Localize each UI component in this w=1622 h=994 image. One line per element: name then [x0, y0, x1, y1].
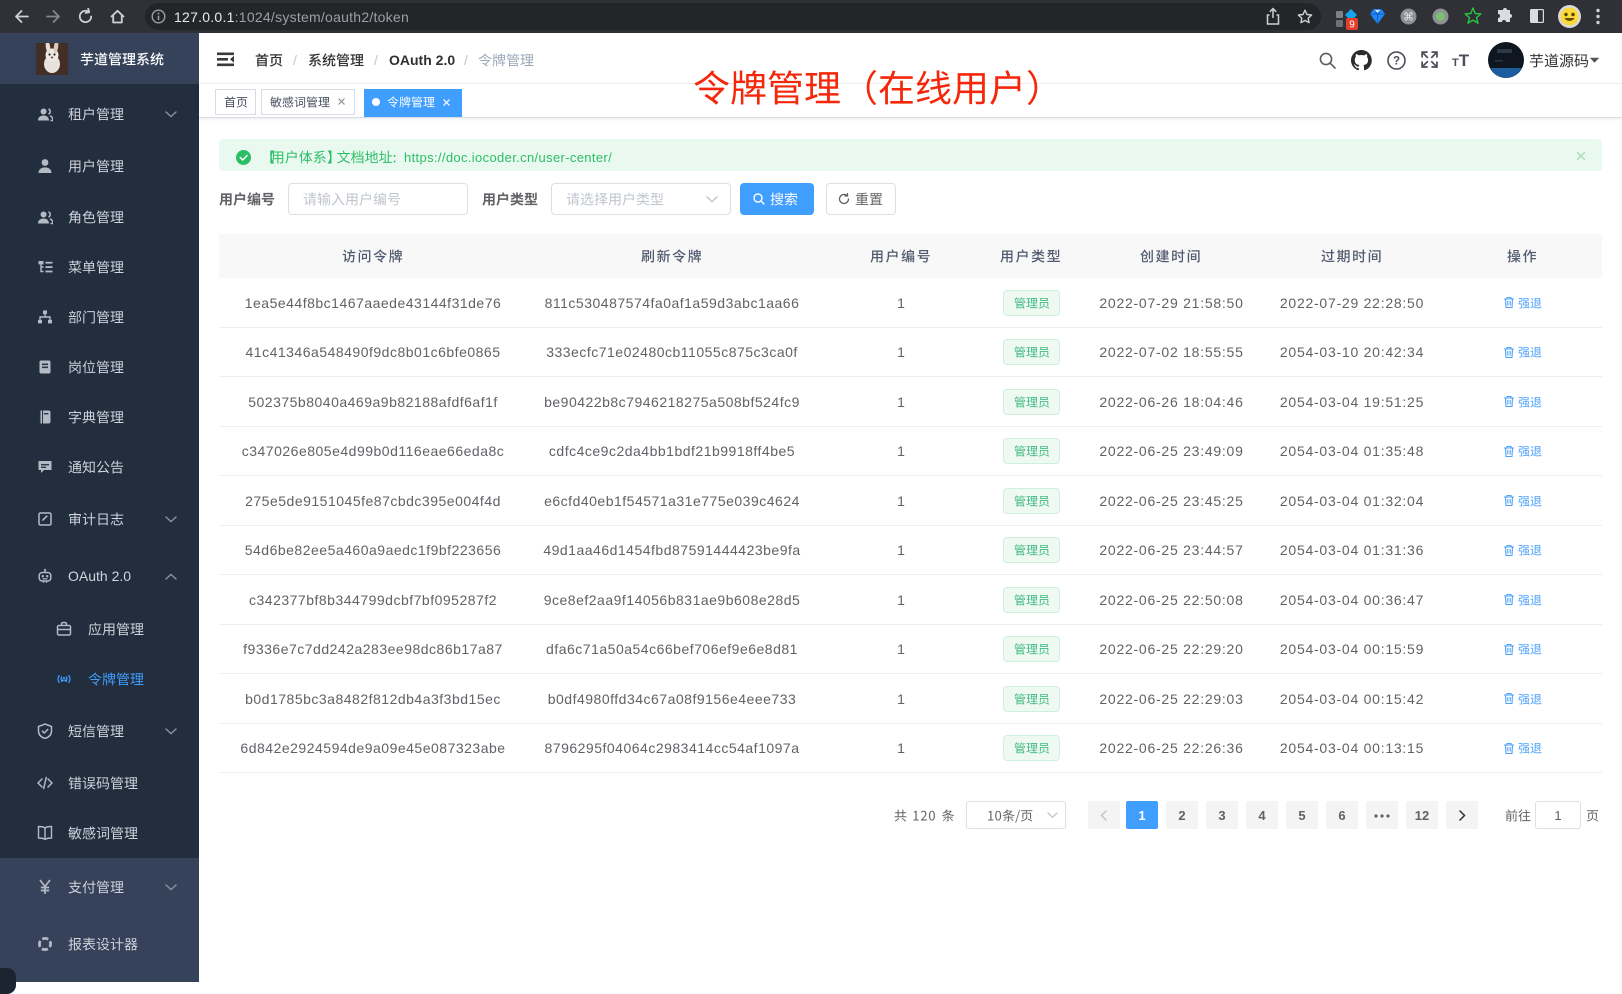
- svg-text:?: ?: [1393, 56, 1400, 68]
- svg-text:9: 9: [1349, 20, 1355, 31]
- svg-text:A: A: [61, 675, 67, 684]
- svg-text:⌘: ⌘: [1403, 12, 1414, 24]
